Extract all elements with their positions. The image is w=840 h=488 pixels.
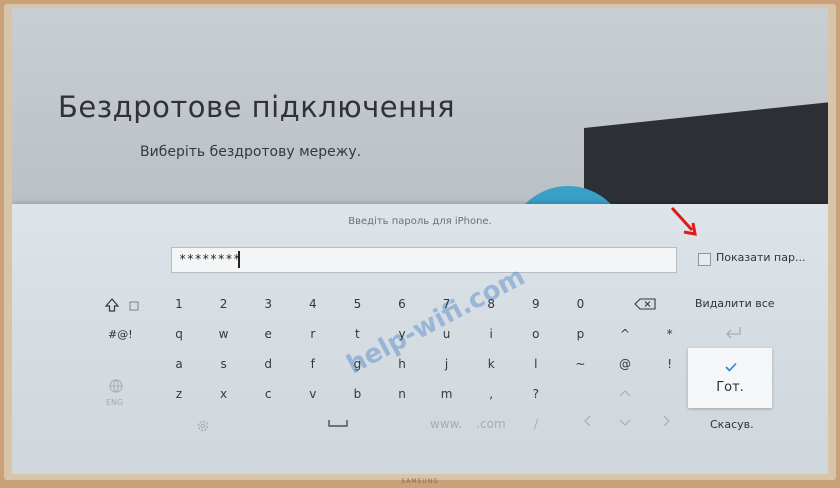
key-row2-10[interactable]: ^ (605, 322, 645, 346)
key-row1-3[interactable]: 4 (293, 292, 333, 316)
key-row1-7[interactable]: 8 (471, 292, 511, 316)
key-row3-9[interactable]: ~ (560, 352, 600, 376)
key-row4-6[interactable]: m (427, 382, 467, 406)
arrow-left-icon[interactable] (582, 414, 592, 428)
key-row1-1[interactable]: 2 (204, 292, 244, 316)
key-row4-7[interactable]: , (471, 382, 511, 406)
key-row4-0[interactable]: z (159, 382, 199, 406)
page-title: Бездротове підключення (58, 90, 456, 124)
key-row3-7[interactable]: k (471, 352, 511, 376)
key-row3-3[interactable]: f (293, 352, 333, 376)
checkmark-icon (725, 362, 737, 372)
space-key-icon[interactable] (328, 418, 348, 428)
key-row2-5[interactable]: y (382, 322, 422, 346)
key-row4-5[interactable]: n (382, 382, 422, 406)
key-row2-6[interactable]: u (427, 322, 467, 346)
key-row5-0[interactable]: www. (426, 412, 466, 436)
language-key-label: ENG (106, 398, 124, 407)
backspace-icon[interactable] (634, 298, 656, 310)
enter-icon[interactable] (724, 326, 742, 340)
key-row2-4[interactable]: t (337, 322, 377, 346)
key-row2-9[interactable]: p (560, 322, 600, 346)
key-row2-8[interactable]: o (516, 322, 556, 346)
key-row3-6[interactable]: j (427, 352, 467, 376)
arrow-down-icon[interactable] (618, 418, 632, 428)
key-row3-1[interactable]: s (204, 352, 244, 376)
key-row1-8[interactable]: 9 (516, 292, 556, 316)
tv-brand-logo: SAMSUNG (401, 478, 439, 485)
key-row2-7[interactable]: i (471, 322, 511, 346)
shift-icon[interactable] (104, 297, 120, 313)
key-row3-10[interactable]: @ (605, 352, 645, 376)
language-icon[interactable] (108, 378, 124, 394)
key-row4-4[interactable]: b (337, 382, 377, 406)
key-row3-11[interactable]: ! (650, 352, 690, 376)
key-row3-0[interactable]: a (159, 352, 199, 376)
key-row4-1[interactable]: x (204, 382, 244, 406)
tv-screen: Бездротове підключення Виберіть бездрото… (12, 8, 828, 474)
cancel-key[interactable]: Скасув. (710, 418, 754, 431)
caps-lock-icon[interactable] (129, 301, 139, 311)
key-row2-11[interactable]: * (650, 322, 690, 346)
done-label: Гот. (716, 380, 744, 395)
key-row4-2[interactable]: c (248, 382, 288, 406)
password-dialog: Введіть пароль для iPhone. ******** Пока… (12, 204, 828, 474)
page-subtitle: Виберіть бездротову мережу. (140, 144, 362, 160)
key-row1-6[interactable]: 7 (427, 292, 467, 316)
done-button[interactable]: Гот. (688, 348, 772, 408)
key-row4-3[interactable]: v (293, 382, 333, 406)
settings-icon[interactable] (196, 419, 210, 433)
key-row1-9[interactable]: 0 (560, 292, 600, 316)
key-row1-5[interactable]: 6 (382, 292, 422, 316)
arrow-right-icon[interactable] (662, 414, 672, 428)
key-row1-2[interactable]: 3 (248, 292, 288, 316)
key-row3-4[interactable]: g (337, 352, 377, 376)
key-row3-8[interactable]: l (516, 352, 556, 376)
key-row1-4[interactable]: 5 (337, 292, 377, 316)
key-row5-2[interactable]: / (516, 412, 556, 436)
onscreen-keyboard: #@! ENG Видалити все Гот. Скасув. 1 2 3 … (12, 204, 828, 474)
key-row5-1[interactable]: .com (471, 412, 511, 436)
symbols-mode-key[interactable]: #@! (108, 328, 133, 341)
key-row4-8[interactable]: ? (516, 382, 556, 406)
key-row2-3[interactable]: r (293, 322, 333, 346)
key-row2-0[interactable]: q (159, 322, 199, 346)
key-row2-2[interactable]: e (248, 322, 288, 346)
arrow-up-icon[interactable] (618, 388, 632, 398)
key-row3-5[interactable]: h (382, 352, 422, 376)
key-row1-0[interactable]: 1 (159, 292, 199, 316)
key-row3-2[interactable]: d (248, 352, 288, 376)
delete-all-key[interactable]: Видалити все (695, 297, 775, 310)
key-row2-1[interactable]: w (204, 322, 244, 346)
